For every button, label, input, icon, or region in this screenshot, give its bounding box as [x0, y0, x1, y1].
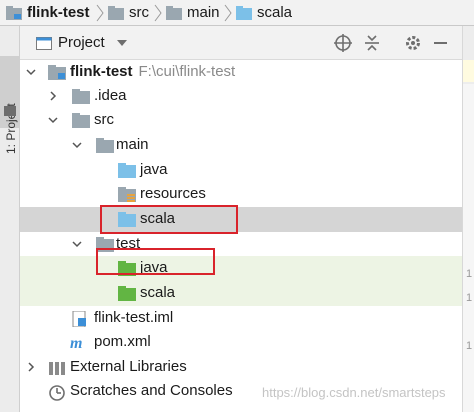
- folder-icon: [72, 113, 90, 128]
- module-file-icon: [72, 311, 86, 327]
- collapse-all-icon[interactable]: [364, 34, 380, 52]
- ide-window: { "breadcrumb": ["flink-test", "src", "m…: [0, 0, 474, 412]
- project-tree: flink-test F:\cui\flink-test .idea src ma…: [20, 60, 462, 412]
- breadcrumb-project-label: flink-test: [27, 4, 90, 21]
- maven-icon: m: [70, 335, 82, 351]
- tool-window-stripe: 1: Project: [0, 26, 20, 412]
- tree-row-test[interactable]: test: [20, 232, 462, 257]
- tree-label-external-libraries: External Libraries: [70, 358, 187, 375]
- tree-row-scala-main[interactable]: scala: [20, 207, 462, 232]
- tree-label-test-scala: scala: [140, 284, 176, 301]
- folder-icon: [4, 106, 16, 116]
- breadcrumb-scala[interactable]: scala: [236, 0, 292, 25]
- breadcrumb: flink-test src main scala: [0, 0, 474, 26]
- tree-row-idea[interactable]: .idea: [20, 84, 462, 109]
- tree-label-java: java: [140, 161, 168, 178]
- breadcrumb-main-label: main: [187, 4, 220, 21]
- source-folder-icon: [236, 5, 252, 20]
- tree-label-project-root: flink-test F:\cui\flink-test: [70, 63, 235, 80]
- breadcrumb-src[interactable]: src: [108, 0, 149, 25]
- tree-label-pom: pom.xml: [94, 333, 151, 350]
- gutter-line-number: 1: [466, 340, 473, 352]
- tree-row-java[interactable]: java: [20, 158, 462, 183]
- project-tool-tab[interactable]: 1: Project: [0, 56, 19, 154]
- svg-text:m: m: [70, 335, 82, 351]
- tree-row-external-libraries[interactable]: External Libraries: [20, 355, 462, 380]
- locate-file-icon[interactable]: [334, 34, 352, 52]
- project-view-icon: [36, 37, 52, 50]
- breadcrumb-scala-label: scala: [257, 4, 293, 21]
- tree-row-pom[interactable]: m pom.xml: [20, 330, 462, 355]
- panel-title[interactable]: Project: [58, 34, 105, 51]
- collapsed-arrow-icon[interactable]: [48, 91, 58, 101]
- chevron-right-icon: [96, 4, 104, 22]
- breadcrumb-src-label: src: [129, 4, 149, 21]
- highlight-box-main-scala: [100, 205, 238, 234]
- tree-row-iml[interactable]: flink-test.iml: [20, 306, 462, 331]
- resources-folder-icon: [118, 187, 136, 202]
- tree-label-resources: resources: [140, 185, 206, 202]
- project-module-icon: [48, 65, 66, 80]
- tree-label-src: src: [94, 111, 114, 128]
- tree-row-main[interactable]: main: [20, 133, 462, 158]
- collapsed-arrow-icon[interactable]: [26, 362, 36, 372]
- chevron-right-icon: [224, 4, 232, 22]
- project-panel-header: Project: [20, 26, 462, 60]
- project-root-name: flink-test: [70, 63, 133, 80]
- project-root-path: F:\cui\flink-test: [138, 63, 236, 80]
- editor-highlight: [463, 60, 474, 82]
- hide-panel-icon[interactable]: [434, 34, 448, 52]
- folder-icon: [108, 5, 124, 20]
- editor-gutter: 1 1 1: [462, 26, 474, 412]
- expanded-arrow-icon[interactable]: [48, 115, 58, 125]
- library-icon: [49, 362, 65, 375]
- tree-row-test-java[interactable]: java: [20, 256, 462, 281]
- highlight-box-test-scala: [96, 248, 215, 275]
- tree-label-scratches: Scratches and Consoles: [70, 382, 233, 399]
- gutter-line-number: 1: [466, 268, 473, 280]
- tree-label-iml: flink-test.iml: [94, 309, 174, 326]
- test-folder-icon: [118, 286, 136, 301]
- chevron-right-icon: [154, 4, 162, 22]
- gear-icon[interactable]: [404, 34, 422, 52]
- tree-row-resources[interactable]: resources: [20, 182, 462, 207]
- expanded-arrow-icon[interactable]: [72, 239, 82, 249]
- source-folder-icon: [118, 163, 136, 178]
- project-module-icon: [6, 5, 22, 20]
- breadcrumb-project[interactable]: flink-test: [6, 0, 90, 25]
- folder-icon: [72, 89, 90, 104]
- tree-row-src[interactable]: src: [20, 108, 462, 133]
- expanded-arrow-icon[interactable]: [26, 67, 36, 77]
- tree-row-test-scala[interactable]: scala: [20, 281, 462, 306]
- tree-label-idea: .idea: [94, 87, 127, 104]
- scratches-icon: [49, 385, 65, 401]
- breadcrumb-main[interactable]: main: [166, 0, 220, 25]
- folder-icon: [166, 5, 182, 20]
- watermark: https://blog.csdn.net/smartsteps: [262, 385, 446, 400]
- expanded-arrow-icon[interactable]: [72, 140, 82, 150]
- gutter-line-number: 1: [466, 292, 473, 304]
- dropdown-arrow-icon[interactable]: [117, 40, 127, 46]
- folder-icon: [96, 138, 114, 153]
- tree-label-main: main: [116, 136, 149, 153]
- tree-row-project-root[interactable]: flink-test F:\cui\flink-test: [20, 60, 462, 85]
